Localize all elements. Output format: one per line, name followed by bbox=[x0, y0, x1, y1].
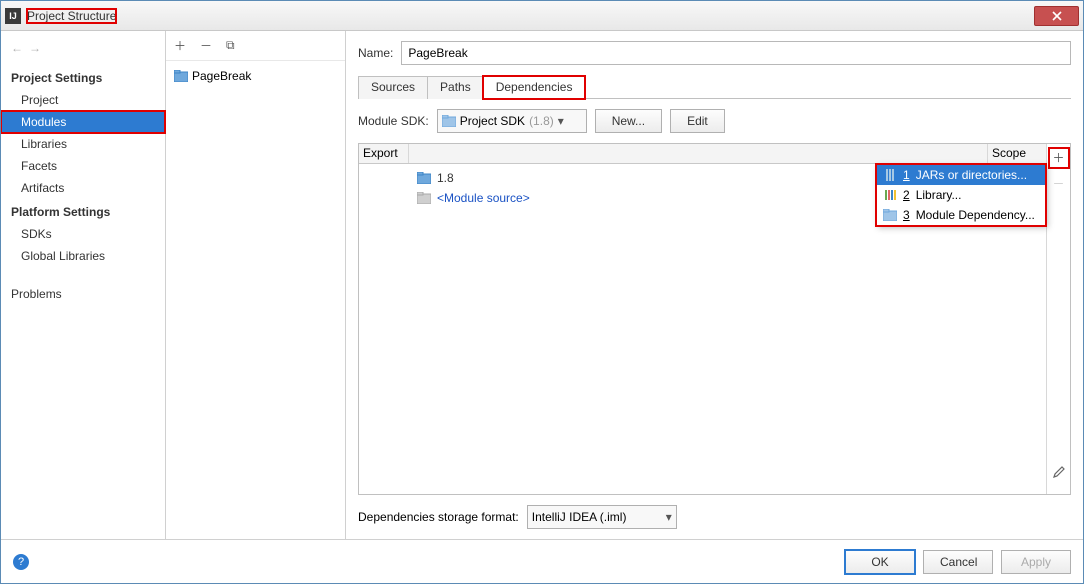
sidebar-item-modules[interactable]: Modules bbox=[1, 111, 165, 133]
menu-item-module-dep[interactable]: 3 Module Dependency... bbox=[877, 205, 1045, 225]
nav-arrows: ← → bbox=[1, 35, 165, 65]
add-dependency-menu: 1 JARs or directories... 2 Library... bbox=[876, 164, 1046, 226]
edit-sdk-button[interactable]: Edit bbox=[670, 109, 725, 133]
app-icon: IJ bbox=[5, 8, 21, 24]
sidebar: ← → Project Settings Project Modules Lib… bbox=[1, 31, 166, 539]
module-icon bbox=[174, 70, 188, 82]
storage-select[interactable]: IntelliJ IDEA (.iml) ▾ bbox=[527, 505, 677, 529]
menu-num: 2 bbox=[903, 188, 910, 202]
storage-label: Dependencies storage format: bbox=[358, 510, 519, 524]
menu-item-jars[interactable]: 1 JARs or directories... bbox=[877, 165, 1045, 185]
tab-paths[interactable]: Paths bbox=[427, 76, 484, 99]
sdk-version: (1.8) bbox=[529, 114, 554, 128]
menu-num: 1 bbox=[903, 168, 910, 182]
col-scope: Scope bbox=[988, 144, 1046, 163]
tab-sources[interactable]: Sources bbox=[358, 76, 428, 99]
library-icon bbox=[883, 188, 897, 202]
name-row: Name: bbox=[358, 41, 1071, 65]
help-button[interactable]: ? bbox=[13, 554, 29, 570]
remove-module-icon[interactable]: － bbox=[200, 37, 212, 54]
sdk-label: Module SDK: bbox=[358, 114, 429, 128]
folder-icon bbox=[417, 192, 431, 204]
close-icon bbox=[1052, 11, 1062, 21]
folder-icon bbox=[442, 115, 456, 127]
storage-row: Dependencies storage format: IntelliJ ID… bbox=[358, 495, 1071, 539]
module-tree-item[interactable]: PageBreak bbox=[170, 67, 341, 85]
tab-dependencies[interactable]: Dependencies bbox=[483, 76, 586, 99]
deps-header: Export Scope bbox=[359, 144, 1046, 164]
footer: ? OK Cancel Apply bbox=[1, 539, 1083, 583]
close-button[interactable] bbox=[1034, 6, 1079, 26]
col-export: Export bbox=[359, 144, 409, 163]
sidebar-item-facets[interactable]: Facets bbox=[1, 155, 165, 177]
sidebar-item-libraries[interactable]: Libraries bbox=[1, 133, 165, 155]
apply-button[interactable]: Apply bbox=[1001, 550, 1071, 574]
ok-button[interactable]: OK bbox=[845, 550, 915, 574]
sidebar-item-sdks[interactable]: SDKs bbox=[1, 223, 165, 245]
sidebar-item-artifacts[interactable]: Artifacts bbox=[1, 177, 165, 199]
main-panel: Name: Sources Paths Dependencies Module … bbox=[346, 31, 1083, 539]
folder-icon bbox=[417, 172, 431, 184]
chevron-down-icon: ▾ bbox=[666, 510, 672, 524]
dep-label: <Module source> bbox=[437, 191, 530, 205]
module-tree: PageBreak bbox=[166, 61, 345, 539]
chevron-down-icon: ▾ bbox=[558, 114, 564, 128]
sdk-select[interactable]: Project SDK (1.8) ▾ bbox=[437, 109, 587, 133]
sidebar-section-title: Platform Settings bbox=[1, 199, 165, 223]
cancel-button[interactable]: Cancel bbox=[923, 550, 993, 574]
new-sdk-button[interactable]: New... bbox=[595, 109, 662, 133]
name-label: Name: bbox=[358, 46, 393, 60]
sdk-row: Module SDK: Project SDK (1.8) ▾ New... E… bbox=[358, 109, 1071, 133]
tabs: Sources Paths Dependencies bbox=[358, 75, 1071, 99]
module-tree-label: PageBreak bbox=[192, 69, 251, 83]
copy-module-icon[interactable]: ⧉ bbox=[226, 38, 235, 53]
sidebar-section-title: Project Settings bbox=[1, 65, 165, 89]
menu-num: 3 bbox=[903, 208, 910, 222]
sidebar-item-problems[interactable]: Problems bbox=[1, 283, 165, 305]
sdk-value: Project SDK bbox=[460, 114, 525, 128]
storage-value: IntelliJ IDEA (.iml) bbox=[532, 510, 627, 524]
edit-dependency-button[interactable] bbox=[1049, 462, 1069, 482]
menu-label: Library... bbox=[916, 188, 962, 202]
add-dependency-button[interactable]: ＋ bbox=[1049, 148, 1069, 168]
col-main bbox=[409, 144, 988, 163]
dependencies-area: Export Scope 1.8 bbox=[358, 143, 1071, 495]
sidebar-item-project[interactable]: Project bbox=[1, 89, 165, 111]
dep-label: 1.8 bbox=[437, 171, 454, 185]
module-icon bbox=[883, 208, 897, 222]
jar-icon bbox=[883, 168, 897, 182]
module-tree-column: ＋ － ⧉ PageBreak bbox=[166, 31, 346, 539]
deps-side-buttons: ＋ － bbox=[1046, 144, 1070, 494]
module-toolbar: ＋ － ⧉ bbox=[166, 31, 345, 61]
forward-icon[interactable]: → bbox=[29, 41, 41, 55]
menu-label: Module Dependency... bbox=[916, 208, 1035, 222]
back-icon[interactable]: ← bbox=[11, 41, 23, 55]
window-title: Project Structure bbox=[27, 9, 116, 23]
menu-item-library[interactable]: 2 Library... bbox=[877, 185, 1045, 205]
add-module-icon[interactable]: ＋ bbox=[174, 37, 186, 54]
sidebar-item-global-libraries[interactable]: Global Libraries bbox=[1, 245, 165, 267]
name-input[interactable] bbox=[401, 41, 1071, 65]
titlebar: IJ Project Structure bbox=[1, 1, 1083, 31]
project-structure-window: IJ Project Structure ← → Project Setting… bbox=[0, 0, 1084, 584]
remove-dependency-button[interactable]: － bbox=[1049, 174, 1069, 194]
menu-label: JARs or directories... bbox=[916, 168, 1027, 182]
content: ← → Project Settings Project Modules Lib… bbox=[1, 31, 1083, 539]
pencil-icon bbox=[1052, 465, 1066, 479]
